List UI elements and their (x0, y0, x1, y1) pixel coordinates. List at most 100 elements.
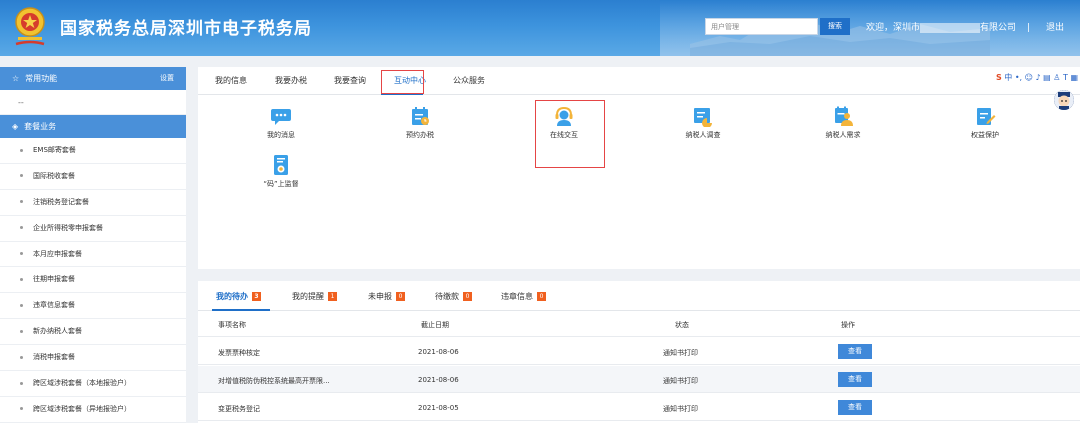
sidebar-package-item[interactable]: 跨区域涉税套餐（本地报验户） (0, 371, 186, 397)
sidebar-package-item[interactable]: 跨区域涉税套餐（异地报验户） (0, 397, 186, 423)
sidebar-package-item-label: 注销税务登记套餐 (33, 197, 89, 206)
punctuation-icon: •, (1014, 73, 1023, 82)
sidebar-settings-link[interactable]: 设置 (160, 67, 174, 90)
taxpayer-demand-icon (835, 106, 853, 126)
layers-icon: ◈ (12, 122, 19, 131)
row-status: 通知书打印 (663, 349, 698, 357)
sidebar-package-list: EMS邮寄套餐 国际税收套餐注销税务登记套餐企业所得税零申报套餐 本月应申报套餐 往期… (0, 138, 186, 423)
star-icon: ☆ (12, 74, 20, 83)
tab-my-info[interactable]: 我的信息 (215, 75, 247, 86)
violations-count-badge: 0 (537, 292, 546, 301)
bullet-dot-icon (20, 303, 23, 307)
table-row: 发票票种核定 2021-08-06 通知书打印 查看 (198, 338, 1080, 365)
view-button[interactable]: 查看 (838, 400, 872, 415)
mascot-avatar-icon[interactable] (1054, 90, 1074, 110)
row-status: 通知书打印 (663, 405, 698, 413)
function-rights-protection-label: 权益保护 (971, 131, 999, 139)
function-appointment[interactable]: 预约办税 (397, 105, 443, 140)
tab-public-service[interactable]: 公众服务 (453, 75, 485, 86)
sogou-logo-icon: S (995, 73, 1002, 82)
search-input[interactable]: 用户管理 (705, 18, 818, 35)
sidebar-package-item[interactable]: 新办纳税人套餐 (0, 319, 186, 346)
sidebar-package-item-label: 企业所得税零申报套餐 (33, 223, 103, 232)
tab-my-reminders[interactable]: 我的提醒 1 (292, 291, 337, 302)
grid-icon: ▦ (1070, 73, 1078, 82)
shirt-icon: T (1063, 73, 1068, 82)
bullet-dot-icon (20, 329, 23, 333)
tab-pending-payment[interactable]: 待缴款 0 (435, 291, 472, 302)
tab-unfiled[interactable]: 未申报 0 (368, 291, 405, 302)
welcome-prefix: 欢迎，深圳市 (866, 23, 921, 33)
tab-my-todo[interactable]: 我的待办 3 (216, 291, 261, 302)
table-row: 变更税务登记 2021-08-05 通知书打印 查看 (198, 394, 1080, 421)
bullet-dot-icon (20, 355, 23, 359)
sidebar-common-title: 常用功能 (25, 74, 58, 83)
function-taxpayer-survey[interactable]: 纳税人调查 (677, 105, 729, 140)
todo-tabs: 我的待办 3 我的提醒 1 未申报 0 待缴款 0 违章信息 0 (198, 281, 1080, 311)
top-header: 国家税务总局深圳市电子税务局 用户管理 搜索 欢迎，深圳市 有限公司 | 退出 (0, 0, 1080, 56)
row-deadline: 2021-08-06 (418, 348, 459, 356)
bullet-dot-icon (20, 252, 23, 256)
sidebar-package-item[interactable]: 企业所得税零申报套餐 (0, 216, 186, 242)
active-todo-tab-underline (212, 309, 270, 311)
microphone-icon: ♪ (1035, 73, 1041, 82)
sidebar-package-item-label: 国际税收套餐 (33, 171, 75, 180)
table-row: 对增值税防伪税控系统最高开票限... 2021-08-06 通知书打印 查看 (198, 366, 1080, 393)
tab-unfiled-label: 未申报 (368, 292, 392, 301)
sidebar-package-item-label: 违章信息套餐 (33, 301, 75, 310)
reminder-count-badge: 1 (328, 292, 337, 301)
bullet-dot-icon (20, 381, 23, 385)
function-rights-protection[interactable]: 权益保护 (962, 105, 1008, 140)
view-button[interactable]: 查看 (838, 344, 872, 359)
sidebar-package-item-label: 本月应申报套餐 (33, 249, 82, 258)
tab-my-todo-label: 我的待办 (216, 292, 248, 301)
sidebar-package-item[interactable]: 违章信息套餐 (0, 293, 186, 320)
sidebar-package-item[interactable]: 国际税收套餐 (0, 164, 186, 190)
input-method-toolbar[interactable]: S 中 •, ☺ ♪ ▤ ♙ T ▦ (996, 72, 1078, 84)
tab-pending-payment-label: 待缴款 (435, 292, 459, 301)
tab-violations[interactable]: 违章信息 0 (501, 291, 546, 302)
function-qr-supervision-label: “码”上监督 (263, 180, 299, 188)
todo-panel: 我的待办 3 我的提醒 1 未申报 0 待缴款 0 违章信息 0 事项名称 截止日期 状态… (198, 281, 1080, 423)
tab-my-reminders-label: 我的提醒 (292, 292, 324, 301)
emoji-icon: ☺ (1024, 73, 1033, 82)
bullet-dot-icon (20, 277, 23, 281)
main-tabs: 我的信息 我要办税 我要查询 互动中心 公众服务 S 中 •, ☺ ♪ ▤ ♙ … (198, 67, 1080, 95)
message-icon (271, 109, 291, 125)
column-header-deadline: 截止日期 (421, 321, 449, 329)
row-item-name: 变更税务登记 (218, 405, 260, 413)
calendar-icon (412, 107, 429, 125)
pending-payment-count-badge: 0 (463, 292, 472, 301)
function-appointment-label: 预约办税 (406, 131, 434, 139)
table-header: 事项名称 截止日期 状态 操作 (198, 312, 1080, 337)
unfiled-count-badge: 0 (396, 292, 405, 301)
sidebar-package-item-label: EMS邮寄套餐 (33, 146, 76, 154)
sidebar-package-item[interactable]: 本月应申报套餐 (0, 242, 186, 268)
sidebar-package-item[interactable]: 往期申报套餐 (0, 267, 186, 294)
sidebar-package-item[interactable]: 注销税务登记套餐 (0, 190, 186, 216)
sidebar-empty-placeholder: -- (0, 90, 186, 115)
column-header-item: 事项名称 (218, 321, 246, 329)
main-panel: 我的信息 我要办税 我要查询 互动中心 公众服务 S 中 •, ☺ ♪ ▤ ♙ … (198, 67, 1080, 269)
view-button[interactable]: 查看 (838, 372, 872, 387)
bullet-dot-icon (20, 407, 23, 411)
function-my-message-label: 我的消息 (267, 131, 295, 139)
function-my-message[interactable]: 我的消息 (258, 105, 304, 140)
tab-tax-handling[interactable]: 我要办税 (275, 75, 307, 86)
function-taxpayer-demand[interactable]: 纳税人需求 (816, 105, 870, 140)
sidebar-package-title: 套餐业务 (24, 122, 57, 131)
online-interaction-highlight-box (535, 100, 605, 168)
sidebar-package-header[interactable]: ◈ 套餐业务 (0, 115, 186, 138)
sidebar-package-item-label: 往期申报套餐 (33, 275, 75, 284)
search-button[interactable]: 搜索 (820, 18, 850, 35)
sidebar-package-item-label: 跨区域涉税套餐（本地报验户） (33, 379, 131, 388)
logout-link[interactable]: 退出 (1046, 20, 1064, 33)
function-qr-supervision[interactable]: “码”上监督 (256, 154, 306, 189)
sidebar-package-item[interactable]: EMS邮寄套餐 (0, 138, 186, 164)
tab-query[interactable]: 我要查询 (334, 75, 366, 86)
welcome-text: 欢迎，深圳市 有限公司 | (866, 20, 1030, 33)
tab-violations-label: 违章信息 (501, 292, 533, 301)
sidebar-package-item[interactable]: 消税申报套餐 (0, 345, 186, 372)
sidebar-package-item-label: 消税申报套餐 (33, 353, 75, 362)
row-status: 通知书打印 (663, 377, 698, 385)
